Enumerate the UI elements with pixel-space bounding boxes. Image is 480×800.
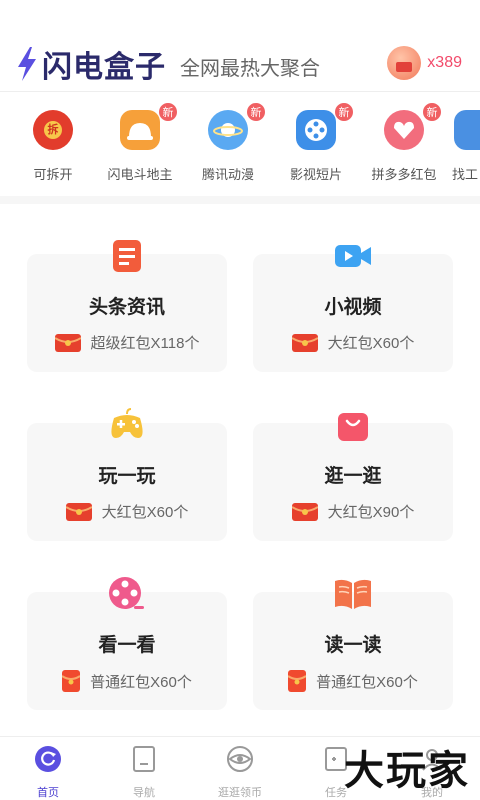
coin-balance[interactable]: x389 [387,46,462,80]
card-reward: 大红包X90个 [253,501,453,522]
red-envelope-icon [65,502,92,521]
reward-text: 普通红包X60个 [90,673,192,691]
card-reward: 普通红包X60个 [253,670,453,692]
gamepad-icon [107,405,147,445]
app-logo: 闪电盒子 [16,42,166,86]
film-reel-icon [107,574,147,614]
app-header: 闪电盒子 全网最热大聚合 x389 [0,0,480,92]
nav-label: 我的 [421,787,443,799]
card-reward: 超级红包X118个 [27,332,227,353]
card-title: 看一看 [98,635,156,656]
nav-item-navigation[interactable]: 导航 [96,737,192,800]
card-title: 玩一玩 [98,466,156,487]
nav-item-profile[interactable]: 我的 [384,737,480,800]
reward-text: 超级红包X118个 [90,335,200,352]
app-label: 腾讯动漫 [201,167,254,182]
nav-square-icon [133,746,155,772]
nav-label: 任务 [325,787,347,799]
app-item-pdd-redpacket[interactable]: 新 拼多多红包 [360,100,448,192]
card-title: 逛一逛 [324,466,382,487]
app-item-tencent-comic[interactable]: 新 腾讯动漫 [184,100,272,192]
app-item-kechaikai[interactable]: 拆 可拆开 [10,100,96,192]
reward-text: 普通红包X60个 [316,673,418,691]
nav-label: 逛逛领币 [218,787,262,799]
planet-icon: 新 [208,102,266,150]
app-label: 找工 [452,167,479,182]
red-envelope-icon [288,670,307,692]
card-toutiao[interactable]: 头条资讯 超级红包X118个 [27,240,227,372]
app-item-video-shorts[interactable]: 新 影视短片 [272,100,360,192]
app-label: 拼多多红包 [371,167,437,182]
reward-text: 大红包X60个 [327,335,415,352]
card-watch[interactable]: 看一看 普通红包X60个 [27,577,227,710]
card-reward: 大红包X60个 [253,332,453,353]
news-icon [107,236,147,276]
red-envelope-icon [62,670,81,692]
card-read[interactable]: 读一读 普通红包X60个 [253,579,453,710]
card-title: 头条资讯 [88,297,165,318]
red-envelope-icon [54,333,81,352]
new-badge: 新 [158,102,178,122]
card-title: 读一读 [324,635,382,656]
gift-heart-icon: 新 [384,102,442,150]
new-badge: 新 [422,102,442,122]
reward-text: 大红包X60个 [101,504,189,521]
red-envelope-icon [291,333,318,352]
eye-icon [227,746,253,772]
nav-item-home[interactable]: 首页 [0,737,96,800]
profile-icon [422,749,442,771]
new-badge: 新 [246,102,266,122]
nav-item-browse-coins[interactable]: 逛逛领币 [192,737,288,800]
helmet-icon: 新 [120,102,178,150]
app-label: 可拆开 [33,167,73,182]
app-shortcut-row: 拆 可拆开 新 闪电斗地主 新 腾讯动漫 新 影视短片 新 拼多多红包 找工 [0,100,480,192]
card-reward: 大红包X60个 [27,501,227,522]
reward-text: 大红包X90个 [327,504,415,521]
bottom-nav: 首页 导航 逛逛领币 任务 我的 [0,736,480,800]
app-item-doudizhu[interactable]: 新 闪电斗地主 [96,100,184,192]
nav-item-tasks[interactable]: 任务 [288,737,384,800]
app-tagline: 全网最热大聚合 [180,58,320,80]
red-envelope-open-icon: 拆 [33,110,73,150]
video-camera-icon [333,236,373,276]
card-short-video[interactable]: 小视频 大红包X60个 [253,245,453,372]
shopping-bag-icon [333,405,373,445]
nav-label: 导航 [133,787,155,799]
task-icon [325,747,347,771]
card-title: 小视频 [324,297,382,318]
card-reward: 普通红包X60个 [27,670,227,692]
app-label: 影视短片 [289,167,342,182]
nav-label: 首页 [37,787,59,799]
coin-avatar-icon [387,46,422,80]
card-play[interactable]: 玩一玩 大红包X60个 [27,408,227,541]
coin-count: x389 [427,54,462,71]
logo-text: 闪电盒子 [42,51,166,84]
new-badge: 新 [334,102,354,122]
red-envelope-icon [291,502,318,521]
film-reel-icon: 新 [296,102,354,150]
app-item-find-job[interactable]: 找工 [448,100,480,192]
briefcase-icon [454,110,480,150]
app-label: 闪电斗地主 [107,167,173,182]
home-refresh-icon [35,746,61,772]
open-book-icon [333,574,373,614]
lightning-icon [18,47,36,81]
card-browse[interactable]: 逛一逛 大红包X90个 [253,413,453,541]
section-divider [0,196,480,204]
